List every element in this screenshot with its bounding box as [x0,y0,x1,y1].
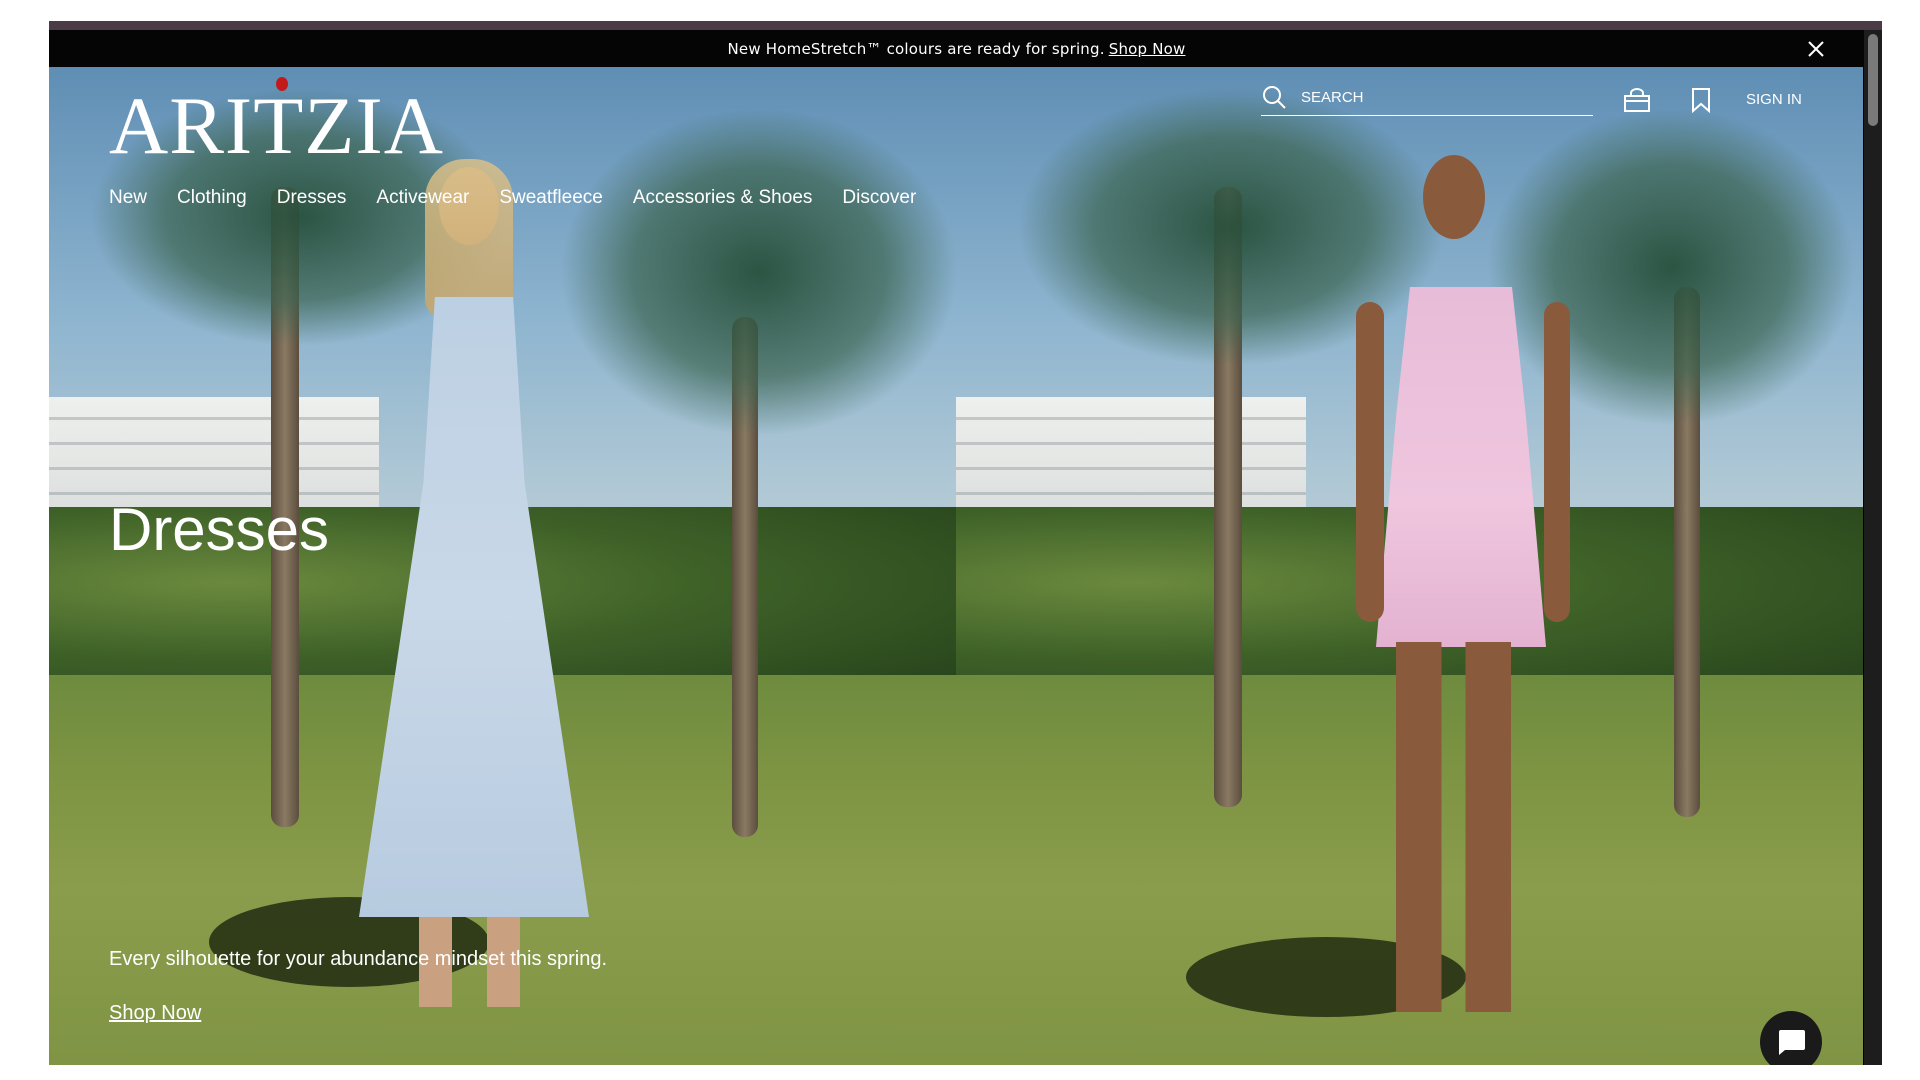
browser-viewport: New HomeStretch™ colours are ready for s… [49,21,1882,1065]
model-arm [1356,302,1384,622]
nav-item-activewear[interactable]: Activewear [376,187,469,209]
chat-bubble-icon [1779,1030,1805,1055]
nav-item-sweatfleece[interactable]: Sweatfleece [499,187,603,209]
announcement-shop-now-link[interactable]: Shop Now [1109,40,1186,58]
model-legs [1396,642,1516,1012]
nav-item-clothing[interactable]: Clothing [177,187,247,209]
hero-shop-now-link[interactable]: Shop Now [109,1002,201,1025]
palm-fronds [559,107,956,437]
nav-item-dresses[interactable]: Dresses [277,187,347,209]
palm-fronds [1486,107,1856,427]
bookmark-icon[interactable] [1690,87,1712,113]
nav-item-discover[interactable]: Discover [842,187,916,209]
nav-item-new[interactable]: New [109,187,147,209]
search-bar[interactable] [1261,79,1593,116]
close-icon[interactable] [1806,39,1826,59]
model-hair [425,159,513,319]
shopping-bag-icon[interactable] [1623,87,1651,113]
nav-item-accessories-shoes[interactable]: Accessories & Shoes [633,187,813,209]
main-navigation: New Clothing Dresses Activewear Sweatfle… [109,187,916,209]
sign-in-link[interactable]: SIGN IN [1746,91,1802,108]
model-arm [1544,302,1570,622]
aritzia-logo[interactable]: ARITZIA [109,79,444,173]
hero-image-left [49,67,956,1065]
announcement-text: New HomeStretch™ colours are ready for s… [727,39,1105,58]
model-head [1423,155,1485,239]
chat-button[interactable] [1760,1011,1822,1065]
logo-accent-dot [276,77,288,91]
search-input[interactable] [1299,87,1563,107]
scrollbar[interactable] [1864,30,1882,1065]
search-icon[interactable] [1261,84,1287,110]
window-top-border [49,21,1882,30]
scrollbar-thumb[interactable] [1868,34,1878,126]
hero-title: Dresses [109,496,330,563]
hero-image-right [956,67,1863,1065]
hero-banner: ARITZIA New Clothing Dresses Activewear … [49,67,1864,1065]
hero-subtitle: Every silhouette for your abundance mind… [109,948,608,970]
announcement-bar: New HomeStretch™ colours are ready for s… [49,30,1864,67]
